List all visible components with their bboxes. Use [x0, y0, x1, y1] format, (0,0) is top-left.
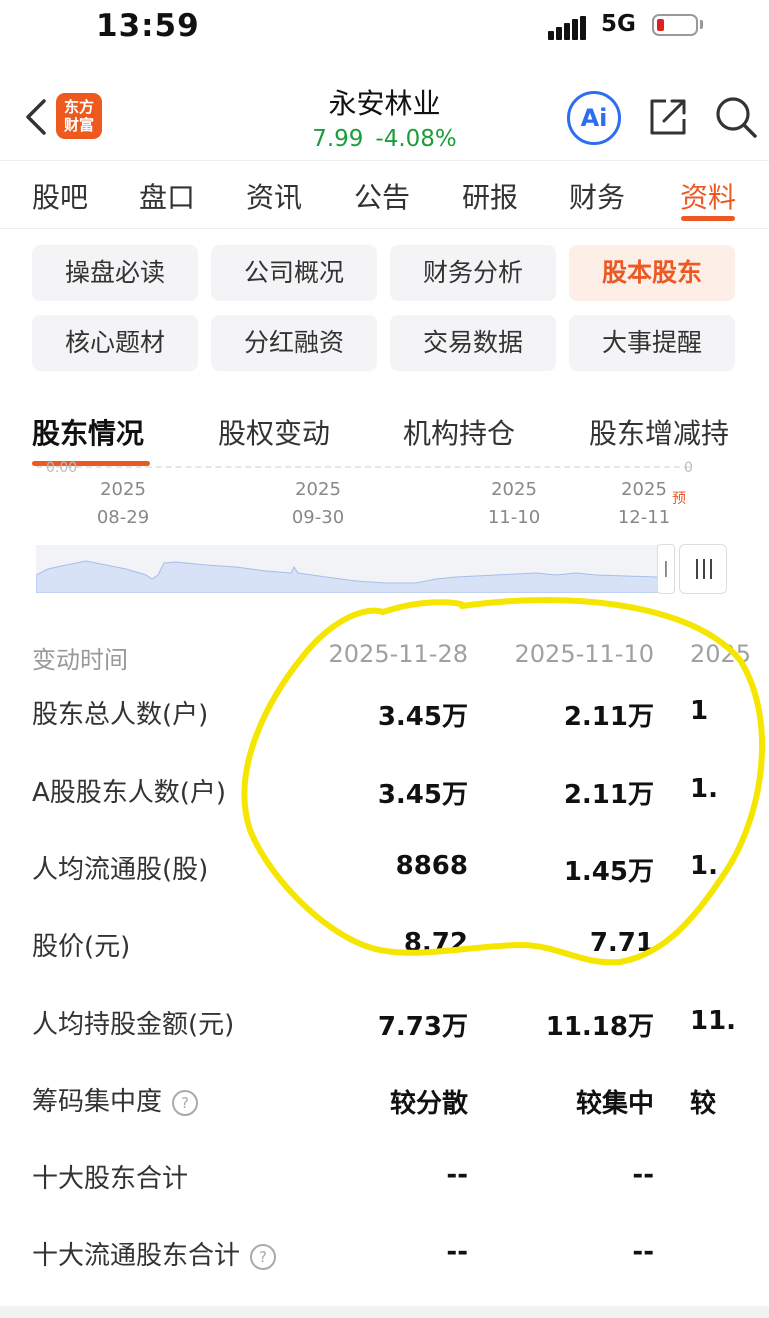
bottom-bar — [0, 1306, 769, 1318]
table-cell: -- — [446, 1160, 468, 1190]
table-cell: 1 — [690, 696, 709, 726]
table-cell: 较分散 — [389, 1089, 468, 1119]
row-label-top10-float-holders: 十大流通股东合计? — [32, 1235, 277, 1272]
row-label-avg-holding-value: 人均持股金额(元) — [32, 1010, 235, 1040]
tab-finance[interactable]: 财务 — [569, 176, 625, 216]
table-cell: 2.11万 — [563, 702, 654, 732]
chart-cut-label-right: 0 — [684, 460, 693, 476]
status-time: 13:59 — [96, 8, 200, 44]
help-icon[interactable]: ? — [172, 1089, 199, 1116]
table-cell: 7.73万 — [377, 1012, 468, 1042]
row-label-total-holders: 股东总人数(户) — [32, 700, 209, 730]
table-cell: 3.45万 — [377, 780, 468, 810]
grid-btn-trading-guide[interactable]: 操盘必读 — [32, 245, 198, 301]
battery-cap — [700, 20, 703, 29]
x-label-year: 2025 — [295, 479, 341, 500]
tab-active-indicator — [681, 216, 735, 221]
row-label-text: 筹码集中度 — [32, 1087, 163, 1117]
chart-x-label: 2025 11-10 — [469, 476, 559, 532]
table-cell: 7.71 — [589, 928, 654, 958]
signal-icon — [548, 16, 588, 40]
table-cell: 8.72 — [403, 928, 468, 958]
header-divider — [0, 160, 769, 161]
x-label-date: 11-10 — [487, 507, 541, 528]
subtab-holder-changes[interactable]: 股东增减持 — [589, 412, 729, 452]
table-col-date: 2025-11-28 — [328, 640, 468, 668]
ai-assistant-button[interactable]: Ai — [567, 91, 621, 145]
range-overview-chart[interactable] — [36, 545, 669, 593]
tab-profile[interactable]: 资料 — [680, 176, 736, 216]
chart-cut-label-left: 0.00 — [46, 460, 78, 476]
table-cell: 8868 — [395, 851, 468, 881]
table-cell: -- — [632, 1160, 654, 1190]
tab-news[interactable]: 资讯 — [246, 176, 302, 216]
tab-announcements[interactable]: 公告 — [354, 176, 410, 216]
table-col-date: 2025 — [690, 640, 752, 668]
table-header-label: 变动时间 — [32, 646, 128, 674]
table-cell: 1. — [690, 851, 718, 881]
table-col-date: 2025-11-10 — [514, 640, 654, 668]
range-slider-left-grip[interactable]: | — [657, 544, 675, 594]
help-icon[interactable]: ? — [250, 1243, 277, 1270]
row-label-top10-holders: 十大股东合计 — [32, 1164, 189, 1194]
x-label-year: 2025 — [491, 479, 537, 500]
subtab-equity-changes[interactable]: 股权变动 — [218, 412, 330, 452]
table-cell: -- — [446, 1237, 468, 1267]
grid-btn-dividends[interactable]: 分红融资 — [211, 315, 377, 371]
tab-guba[interactable]: 股吧 — [32, 176, 88, 216]
stock-price: 7.99 — [312, 126, 364, 152]
table-cell: 11. — [690, 1006, 737, 1036]
subtab-shareholder-status[interactable]: 股东情况 — [32, 412, 144, 452]
chart-baseline — [36, 466, 690, 468]
search-icon[interactable] — [714, 95, 758, 139]
tab-pankou[interactable]: 盘口 — [139, 176, 195, 216]
range-slider-handle[interactable] — [679, 544, 727, 594]
x-label-year: 2025 — [100, 479, 146, 500]
table-cell: 1. — [690, 774, 718, 804]
row-label-concentration: 筹码集中度? — [32, 1081, 199, 1118]
share-icon[interactable] — [646, 95, 690, 139]
table-cell: 较集中 — [575, 1089, 654, 1119]
table-cell: 11.18万 — [545, 1012, 654, 1042]
battery-icon — [652, 14, 698, 36]
x-label-date: 12-11 — [617, 507, 671, 528]
chart-x-label: 2025 08-29 — [78, 476, 168, 532]
grid-btn-company-overview[interactable]: 公司概况 — [211, 245, 377, 301]
row-label-avg-float-shares: 人均流通股(股) — [32, 855, 209, 885]
x-label-date: 08-29 — [96, 507, 150, 528]
grid-btn-core-themes[interactable]: 核心题材 — [32, 315, 198, 371]
tab-research[interactable]: 研报 — [462, 176, 518, 216]
table-cell: 3.45万 — [377, 702, 468, 732]
grid-btn-shareholders[interactable]: 股本股东 — [569, 245, 735, 301]
table-cell: 较 — [690, 1089, 717, 1119]
row-label-a-share-holders: A股股东人数(户) — [32, 778, 227, 808]
stock-change-pct: -4.08% — [375, 126, 457, 152]
tab-divider — [0, 228, 769, 229]
table-cell: 1.45万 — [563, 857, 654, 887]
grid-btn-financial-analysis[interactable]: 财务分析 — [390, 245, 556, 301]
chart-x-label: 2025 09-30 — [273, 476, 363, 532]
grid-btn-major-events[interactable]: 大事提醒 — [569, 315, 735, 371]
forecast-marker: 预 — [672, 491, 686, 507]
table-cell: 2.11万 — [563, 780, 654, 810]
network-type: 5G — [601, 11, 636, 37]
table-cell: -- — [632, 1237, 654, 1267]
x-label-date: 09-30 — [291, 507, 345, 528]
row-label-text: 十大流通股东合计 — [32, 1241, 241, 1271]
row-label-share-price: 股价(元) — [32, 932, 131, 962]
grid-btn-trading-data[interactable]: 交易数据 — [390, 315, 556, 371]
subtab-institution-holdings[interactable]: 机构持仓 — [403, 412, 515, 452]
